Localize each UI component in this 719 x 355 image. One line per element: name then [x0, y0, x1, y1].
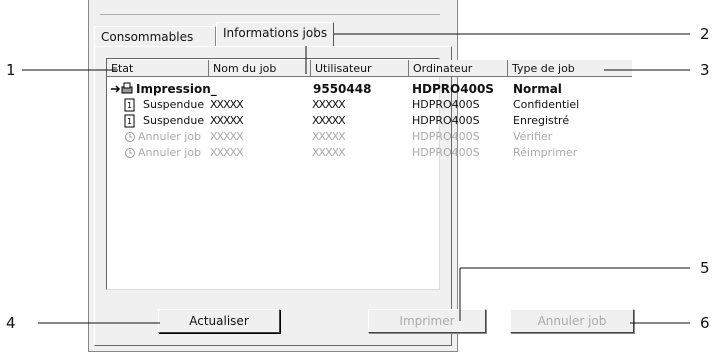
- callout-1: 1: [6, 61, 16, 79]
- callout-6: 6: [700, 314, 710, 332]
- tab-informations-jobs[interactable]: Informations jobs: [216, 22, 334, 46]
- callout-4: 4: [6, 314, 16, 332]
- callout-lines: [22, 33, 690, 324]
- callout-3: 3: [700, 61, 710, 79]
- callout-5: 5: [700, 259, 710, 277]
- callout-2: 2: [700, 25, 710, 43]
